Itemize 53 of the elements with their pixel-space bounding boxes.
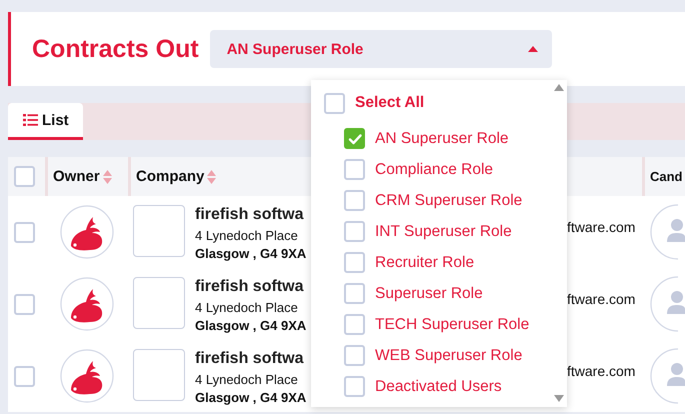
- view-tab[interactable]: List: [8, 103, 83, 140]
- sort-icon[interactable]: [207, 168, 216, 184]
- list-icon: [23, 114, 38, 126]
- fish-avatar-icon: [60, 277, 114, 331]
- company-logo-placeholder: [133, 349, 185, 401]
- checkbox[interactable]: [14, 166, 35, 187]
- checkbox[interactable]: [344, 159, 365, 180]
- company-name[interactable]: firefish softwa: [195, 205, 311, 225]
- city-line: Glasgow , G4 9XA: [195, 245, 308, 262]
- checkbox[interactable]: [324, 92, 345, 114]
- fish-avatar-icon: [60, 205, 114, 259]
- menu-item[interactable]: Superuser Role: [324, 278, 567, 309]
- fish-avatar-icon: [60, 349, 114, 403]
- checkbox[interactable]: [344, 345, 365, 366]
- checkbox[interactable]: [344, 190, 365, 211]
- column-header[interactable]: Company: [136, 168, 204, 185]
- checkbox[interactable]: [344, 376, 365, 397]
- company-name[interactable]: firefish softwa: [195, 277, 311, 297]
- column-header[interactable]: Owner: [53, 168, 100, 185]
- checkbox[interactable]: [14, 294, 35, 314]
- city-line: Glasgow , G4 9XA: [195, 389, 308, 406]
- company-logo-placeholder: [133, 205, 185, 257]
- address-line: 4 Lynedoch Place: [195, 299, 299, 317]
- column-header[interactable]: Cand: [650, 169, 682, 184]
- address-line: 4 Lynedoch Place: [195, 371, 299, 389]
- sort-icon[interactable]: [102, 168, 112, 184]
- company-name[interactable]: firefish softwa: [195, 349, 311, 369]
- checkbox[interactable]: [344, 283, 365, 304]
- menu-item[interactable]: Recruiter Role: [324, 247, 567, 278]
- email-text: ftware.com: [567, 363, 636, 379]
- role-select[interactable]: AN Superuser Role: [210, 30, 552, 68]
- menu-item[interactable]: CRM Superuser Role: [324, 185, 567, 216]
- menu-item[interactable]: Compliance Role: [324, 154, 567, 185]
- city-line: Glasgow , G4 9XA: [195, 317, 308, 334]
- checkbox[interactable]: [14, 222, 35, 242]
- scroll-down-icon[interactable]: [554, 395, 564, 402]
- menu-item[interactable]: Select All: [324, 92, 567, 114]
- menu-item[interactable]: AN Superuser Role: [324, 123, 567, 154]
- checkbox[interactable]: [344, 221, 365, 242]
- email-text: ftware.com: [567, 219, 636, 235]
- company-logo-placeholder: [133, 277, 185, 329]
- scroll-up-icon[interactable]: [554, 84, 564, 91]
- menu-item[interactable]: INT Superuser Role: [324, 216, 567, 247]
- menu-item[interactable]: WEB Superuser Role: [324, 340, 567, 371]
- address-line: 4 Lynedoch Place: [195, 227, 299, 245]
- checkbox[interactable]: [344, 314, 365, 335]
- page-title: Contracts Out: [32, 34, 199, 64]
- email-text: ftware.com: [567, 291, 636, 307]
- checkbox[interactable]: [344, 128, 365, 149]
- checkbox[interactable]: [344, 252, 365, 273]
- menu-item[interactable]: TECH Superuser Role: [324, 309, 567, 340]
- checkbox[interactable]: [14, 366, 35, 386]
- menu-item[interactable]: Deactivated Users: [324, 371, 567, 402]
